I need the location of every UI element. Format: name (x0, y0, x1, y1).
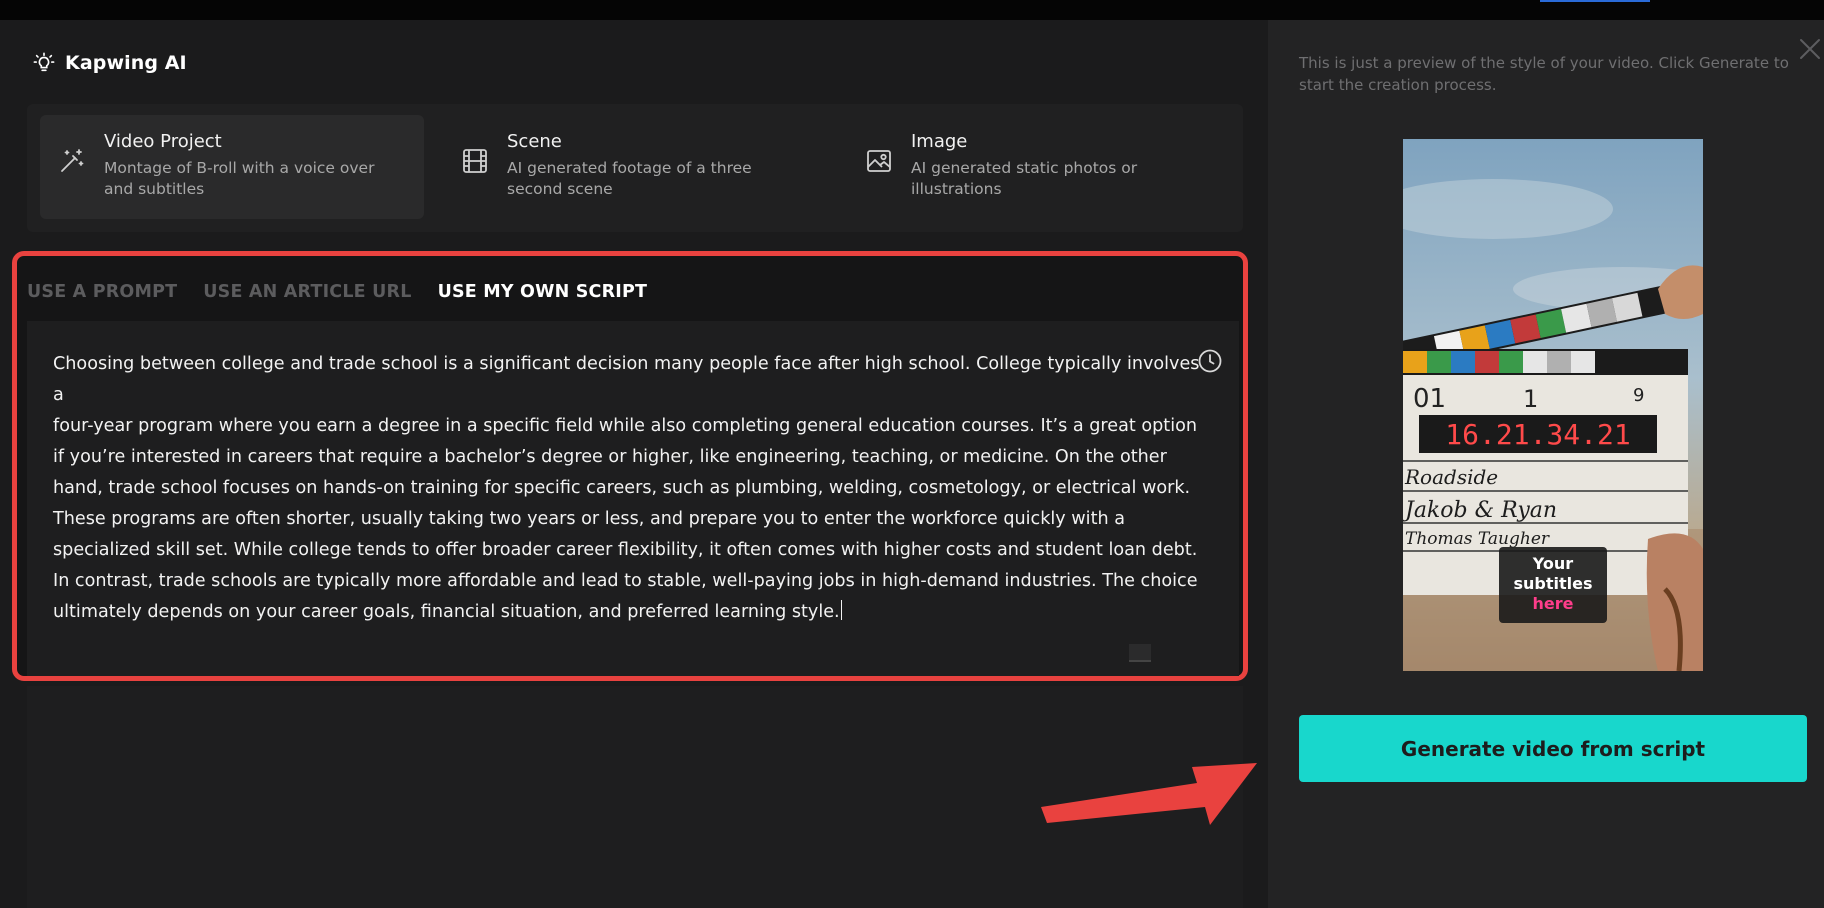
script-text[interactable]: Choosing between college and trade schoo… (53, 349, 1203, 628)
modal-header: Kapwing AI (33, 52, 187, 74)
clapper-take: 1 (1523, 385, 1538, 413)
generate-video-button[interactable]: Generate video from script (1299, 715, 1807, 782)
text-caret (840, 600, 843, 620)
clapper-line-2: Jakob & Ryan (1403, 498, 1557, 523)
script-line: specialized skill set. While college ten… (53, 540, 1198, 560)
preview-note: This is just a preview of the style of y… (1299, 54, 1789, 94)
tab-use-an-article-url[interactable]: USE AN ARTICLE URL (203, 282, 411, 302)
magic-wand-icon (61, 149, 84, 172)
subtitle-line-3: here (1533, 594, 1574, 613)
type-title: Image (911, 131, 968, 152)
script-line: hand, trade school focuses on hands-on t… (53, 478, 1191, 498)
lightbulb-icon (33, 52, 55, 72)
tab-use-my-own-script[interactable]: USE MY OWN SCRIPT (438, 282, 648, 302)
script-line: ultimately depends on your career goals,… (53, 602, 840, 622)
type-card-image[interactable]: Image AI generated static photos or illu… (847, 115, 1231, 219)
top-accent-line (1540, 0, 1650, 2)
type-description: Montage of B-roll with a voice over and … (104, 159, 375, 198)
script-line: if you’re interested in careers that req… (53, 447, 1167, 467)
type-selector: Video Project Montage of B-roll with a v… (27, 104, 1243, 232)
script-line: four-year program where you earn a degre… (53, 416, 1198, 436)
script-textarea[interactable]: Choosing between college and trade schoo… (27, 321, 1239, 676)
script-last-line: ultimately depends on your career goals,… (53, 597, 1203, 628)
video-preview-image: 01 1 9 16.21.34.21 Roadside Jakob & Ryan… (1403, 139, 1703, 671)
top-strip (0, 0, 1824, 20)
subtitle-line-1: Your (1532, 554, 1574, 573)
resize-handle[interactable] (1129, 644, 1151, 662)
type-card-scene[interactable]: Scene AI generated footage of a three se… (443, 115, 827, 219)
type-title: Video Project (104, 131, 222, 152)
type-card-video-project[interactable]: Video Project Montage of B-roll with a v… (40, 115, 424, 219)
image-icon (867, 150, 891, 172)
clapper-scene: 01 (1413, 384, 1446, 414)
clapper-line-3: Thomas Taugher (1405, 529, 1550, 549)
close-icon[interactable] (1797, 36, 1823, 62)
film-icon (463, 149, 487, 173)
type-description: AI generated footage of a three second s… (507, 159, 752, 198)
annotation-arrow-icon (1041, 763, 1257, 825)
subtitle-line-2: subtitles (1513, 574, 1592, 593)
clapper-timecode: 16.21.34.21 (1445, 418, 1630, 451)
script-panel: USE A PROMPT USE AN ARTICLE URL USE MY O… (12, 251, 1248, 681)
input-mode-tabs: USE A PROMPT USE AN ARTICLE URL USE MY O… (27, 282, 647, 302)
clapper-roll: 9 (1633, 385, 1644, 406)
clapper-line-1: Roadside (1404, 465, 1498, 489)
history-clock-icon[interactable] (1197, 348, 1223, 374)
script-line: Choosing between college and trade schoo… (53, 354, 1200, 405)
type-title: Scene (507, 131, 562, 152)
script-line: These programs are often shorter, usuall… (53, 509, 1125, 529)
tab-use-a-prompt[interactable]: USE A PROMPT (27, 282, 177, 302)
script-line: In contrast, trade schools are typically… (53, 571, 1198, 591)
modal-title: Kapwing AI (65, 52, 187, 74)
type-description: AI generated static photos or illustrati… (911, 159, 1138, 198)
